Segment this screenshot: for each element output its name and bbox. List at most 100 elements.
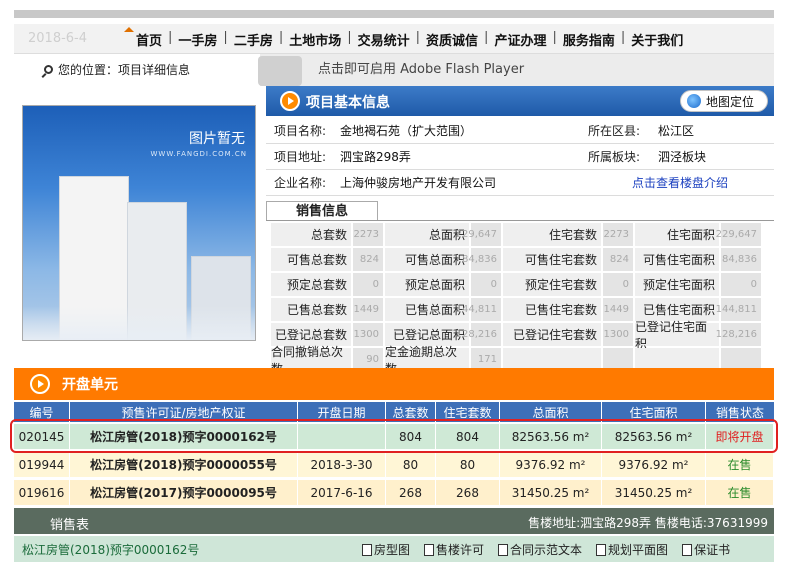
sales-value: 1449 bbox=[603, 298, 633, 321]
cell-res-area: 31450.25 m² bbox=[602, 480, 706, 506]
nav-item-certificate[interactable]: 产证办理 bbox=[494, 30, 546, 49]
sales-value: 1300 bbox=[353, 323, 383, 346]
info-row: 项目名称: 金地褐石苑（扩大范围） 所在区县: 松江区 bbox=[266, 118, 774, 144]
project-address-value: 泗宝路298弄 bbox=[340, 150, 411, 164]
cell-area: 31450.25 m² bbox=[500, 480, 602, 506]
license-link[interactable]: 松江房管(2018)预字0000162号 bbox=[14, 541, 362, 558]
nav-date: 2018-6-4 bbox=[28, 31, 88, 46]
nav-item-guide[interactable]: 服务指南 bbox=[563, 30, 615, 49]
sales-label: 已登记住宅套数 bbox=[503, 323, 601, 346]
sales-value: 0 bbox=[471, 273, 501, 296]
nav-item-land-market[interactable]: 土地市场 bbox=[289, 30, 341, 49]
document-icon bbox=[362, 543, 372, 556]
sales-value: 0 bbox=[603, 273, 633, 296]
sales-value: 2273 bbox=[353, 223, 383, 246]
sales-value: 128,216 bbox=[456, 323, 501, 346]
project-name-value: 金地褐石苑（扩大范围） bbox=[340, 124, 473, 138]
nav-item-home[interactable]: 首页 bbox=[136, 30, 162, 49]
sales-info-tab[interactable]: 销售信息 bbox=[266, 201, 378, 221]
sales-value: 128,216 bbox=[716, 323, 761, 346]
project-address-label: 项目地址: bbox=[274, 150, 327, 164]
sales-value: 824 bbox=[603, 248, 633, 271]
highlight-box bbox=[10, 419, 778, 453]
project-info-title: 项目基本信息 bbox=[306, 95, 390, 111]
project-photo: 图片暂无 WWW.FANGDI.COM.CN bbox=[22, 105, 256, 341]
doc-floorplan[interactable]: 房型图 bbox=[362, 541, 410, 558]
sales-value: 229,647 bbox=[456, 223, 501, 246]
nav-item-credit[interactable]: 资质诚信 bbox=[426, 30, 478, 49]
nav-item-about[interactable]: 关于我们 bbox=[631, 30, 683, 49]
sales-info-grid: 总套数 2273 总面积 229,647 住宅套数 2273 住宅面积 229,647 可售总套… bbox=[270, 222, 774, 376]
sales-label: 住宅套数 bbox=[503, 223, 601, 246]
cell-res-area: 9376.92 m² bbox=[602, 452, 706, 478]
flash-enable-link[interactable]: 点击即可启用 Adobe Flash Player bbox=[318, 58, 524, 77]
cell-date: 2018-3-30 bbox=[298, 452, 386, 478]
sales-row: 可售总套数 824 可售总面积 84,836 可售住宅套数 824 可售住宅面积 84,836 bbox=[270, 247, 774, 272]
sales-label: 可售总套数 bbox=[271, 248, 351, 271]
home-icon bbox=[124, 27, 134, 32]
sales-value: 144,811 bbox=[716, 298, 761, 321]
breadcrumb: 您的位置：项目详细信息 bbox=[44, 61, 190, 78]
globe-icon bbox=[687, 94, 701, 108]
main-nav: 首页 | 一手房 | 二手房 | 土地市场 | 交易统计 | 资质诚信 | 产证办理 | 服务… bbox=[124, 27, 683, 49]
sales-value: 0 bbox=[721, 273, 761, 296]
block-value: 泗泾板块 bbox=[658, 150, 707, 164]
company-value: 上海仲骏房地产开发有限公司 bbox=[340, 176, 497, 190]
photo-watermark: WWW.FANGDI.COM.CN bbox=[150, 150, 247, 158]
cell-status: 在售 bbox=[706, 452, 774, 478]
sales-label: 总套数 bbox=[271, 223, 351, 246]
cell-res: 80 bbox=[436, 452, 500, 478]
cell-license[interactable]: 松江房管(2017)预字0000095号 bbox=[70, 480, 298, 506]
sales-table-bar: 销售表 售楼地址:泗宝路298弄 售楼电话:37631999 bbox=[14, 508, 774, 534]
sales-label: 已售住宅套数 bbox=[503, 298, 601, 321]
cell-id: 019944 bbox=[14, 452, 70, 478]
cell-status: 在售 bbox=[706, 480, 774, 506]
sales-value: 824 bbox=[353, 248, 383, 271]
sales-value: 1449 bbox=[353, 298, 383, 321]
sales-label: 可售住宅套数 bbox=[503, 248, 601, 271]
cell-res: 268 bbox=[436, 480, 500, 506]
project-name-label: 项目名称: bbox=[274, 124, 327, 138]
sales-label: 已登记住宅面积 bbox=[635, 320, 719, 351]
project-info-table: 项目名称: 金地褐石苑（扩大范围） 所在区县: 松江区 项目地址: 泗宝路298… bbox=[266, 118, 774, 196]
sales-address: 售楼地址:泗宝路298弄 售楼电话:37631999 bbox=[528, 516, 768, 530]
project-intro-link[interactable]: 点击查看楼盘介绍 bbox=[622, 174, 728, 191]
units-title: 开盘单元 bbox=[62, 377, 118, 393]
nav-item-trade-stats[interactable]: 交易统计 bbox=[358, 30, 410, 49]
doc-site-plan[interactable]: 规划平面图 bbox=[596, 541, 668, 558]
sales-value: 1300 bbox=[603, 323, 633, 346]
search-icon bbox=[44, 65, 53, 74]
doc-guarantee[interactable]: 保证书 bbox=[682, 541, 730, 558]
map-locate-button[interactable]: 地图定位 bbox=[680, 90, 768, 112]
sales-value: 0 bbox=[353, 273, 383, 296]
doc-sale-permit[interactable]: 售楼许可 bbox=[424, 541, 484, 558]
breadcrumb-text: 您的位置：项目详细信息 bbox=[58, 63, 191, 77]
district-label: 所在区县: bbox=[588, 124, 641, 138]
cell-license[interactable]: 松江房管(2018)预字0000055号 bbox=[70, 452, 298, 478]
sales-label: 预定总套数 bbox=[271, 273, 351, 296]
document-icon bbox=[682, 543, 693, 556]
table-row[interactable]: 019616 松江房管(2017)预字0000095号 2017-6-16 268 26… bbox=[14, 480, 774, 506]
table-row[interactable]: 019944 松江房管(2018)预字0000055号 2018-3-30 80 80 9… bbox=[14, 452, 774, 478]
nav-item-new-house[interactable]: 一手房 bbox=[178, 30, 217, 49]
top-strip bbox=[14, 10, 774, 18]
photo-title: 图片暂无 bbox=[189, 131, 245, 147]
sales-label: 预定住宅面积 bbox=[635, 273, 719, 296]
sales-label: 预定住宅套数 bbox=[503, 273, 601, 296]
cell-date: 2017-6-16 bbox=[298, 480, 386, 506]
cell-total: 268 bbox=[386, 480, 436, 506]
sales-value: 144,811 bbox=[456, 298, 501, 321]
info-row: 企业名称: 上海仲骏房地产开发有限公司 点击查看楼盘介绍 bbox=[266, 170, 774, 196]
sales-label: 可售住宅面积 bbox=[635, 248, 719, 271]
document-icon bbox=[424, 543, 435, 556]
cell-total: 80 bbox=[386, 452, 436, 478]
block-label: 所属板块: bbox=[588, 150, 641, 164]
plugin-puzzle-icon bbox=[258, 56, 302, 86]
map-locate-label: 地图定位 bbox=[706, 94, 755, 109]
document-icon bbox=[596, 543, 607, 556]
company-label: 企业名称: bbox=[274, 176, 327, 190]
nav-item-second-hand[interactable]: 二手房 bbox=[234, 30, 273, 49]
sales-label: 可售总面积 bbox=[385, 248, 469, 271]
sales-row: 预定总套数 0 预定总面积 0 预定住宅套数 0 预定住宅面积 0 bbox=[270, 272, 774, 297]
doc-contract-template[interactable]: 合同示范文本 bbox=[498, 541, 582, 558]
